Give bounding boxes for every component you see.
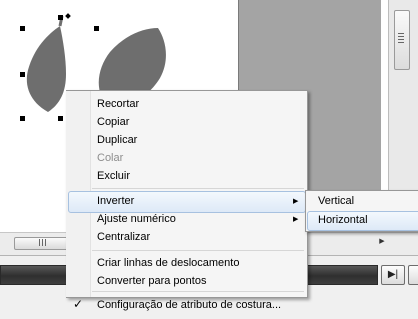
submenu-arrow-icon: ▶ [293,198,299,205]
selection-handle[interactable] [20,116,25,121]
submenu-item-vertical[interactable]: Vertical [318,193,354,209]
menu-item-converter-pontos[interactable]: Converter para pontos [97,273,206,289]
menu-item-recortar[interactable]: Recortar [97,96,139,112]
grip-icon [39,239,47,246]
play-to-end-button[interactable]: ▶| [381,265,405,285]
menu-item-configuracao-costura[interactable]: Configuração de atributo de costura... [97,297,281,313]
submenu-item-horizontal[interactable]: Horizontal [318,212,368,228]
selection-handle[interactable] [94,26,99,31]
checkmark-icon: ✓ [73,297,84,311]
selection-handle[interactable] [20,72,25,77]
menu-separator [92,188,304,189]
menu-item-criar-linhas[interactable]: Criar linhas de deslocamento [97,255,239,271]
selection-handle[interactable] [20,26,25,31]
submenu-arrow-icon: ▶ [293,216,299,223]
menu-item-ajuste-numerico[interactable]: Ajuste numérico [97,211,176,227]
scroll-right-arrow-icon[interactable]: ▶ [376,236,388,248]
menu-item-colar: Colar [97,152,124,164]
menu-separator [92,250,304,251]
toolbar-button[interactable] [408,265,418,285]
menu-separator [92,291,304,292]
menu-item-excluir[interactable]: Excluir [97,168,130,184]
menu-item-copiar[interactable]: Copiar [97,114,129,130]
menu-item-duplicar[interactable]: Duplicar [97,132,137,148]
selection-handle[interactable] [58,116,63,121]
leaf-shape-selected [26,26,67,112]
grip-icon [398,33,404,43]
menu-item-centralizar[interactable]: Centralizar [97,229,150,245]
selection-handle[interactable] [58,15,63,20]
menu-item-inverter[interactable]: Inverter [97,193,134,209]
